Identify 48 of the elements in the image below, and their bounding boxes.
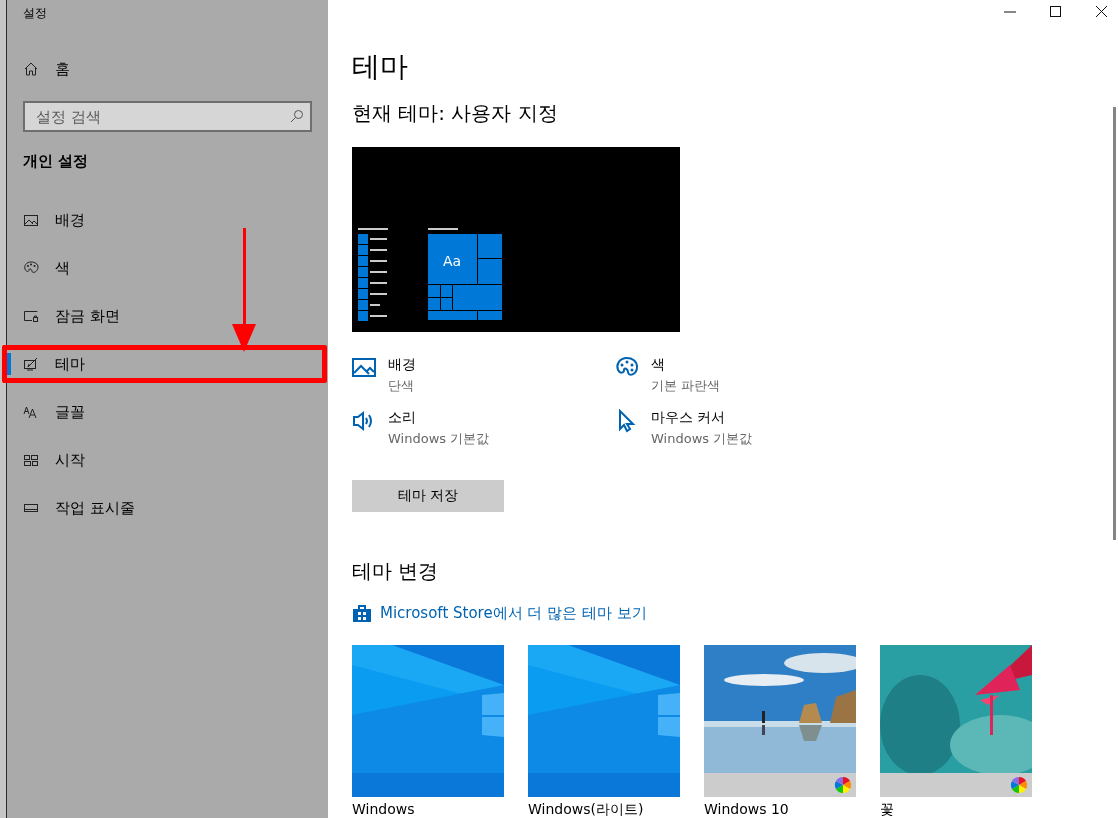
- theme-name: Windows 10: [704, 801, 790, 817]
- sidebar-item[interactable]: 색: [7, 244, 76, 292]
- window-title: 설정: [23, 5, 48, 22]
- picture-icon: [352, 356, 376, 380]
- picture-icon: [23, 212, 39, 228]
- maximize-icon[interactable]: [1048, 4, 1064, 20]
- search-field[interactable]: 설정 검색: [23, 101, 312, 132]
- grid-icon: [23, 452, 39, 468]
- page-title: 테마: [352, 49, 408, 85]
- search-icon: [290, 109, 304, 123]
- home-link[interactable]: 홈: [55, 59, 70, 79]
- sidebar-item[interactable]: 글꼴: [7, 388, 91, 436]
- theme-thumbnail[interactable]: [880, 645, 1032, 797]
- property-value: Windows 기본값: [388, 430, 490, 448]
- theme-name: 꽃: [880, 801, 895, 818]
- property-title[interactable]: 소리: [388, 409, 490, 427]
- property-value: 기본 파란색: [651, 377, 721, 395]
- sidebar-item[interactable]: 작업 표시줄: [7, 484, 141, 532]
- save-theme-button[interactable]: 테마 저장: [352, 480, 504, 512]
- scrollbar[interactable]: [1113, 107, 1116, 540]
- font-icon: [23, 404, 39, 420]
- sidebar-item[interactable]: 시작: [7, 436, 91, 484]
- palette-icon: [23, 260, 39, 276]
- sidebar-item[interactable]: 잠금 화면: [7, 292, 126, 340]
- tile-text: Aa: [442, 253, 462, 269]
- section-heading: 개인 설정: [23, 152, 90, 171]
- property-value: 단색: [388, 377, 415, 395]
- color-wheel-icon: [834, 776, 852, 794]
- property-value: Windows 기본값: [651, 430, 753, 448]
- theme-name: Windows(라이트): [528, 801, 645, 818]
- property-title[interactable]: 배경: [388, 356, 416, 374]
- theme-thumbnail[interactable]: [528, 645, 680, 797]
- home-icon: [23, 61, 39, 77]
- sidebar-item[interactable]: 테마: [7, 350, 91, 378]
- property-title[interactable]: 색: [651, 356, 721, 374]
- theme-thumbnail[interactable]: [704, 645, 856, 797]
- close-icon[interactable]: [1094, 4, 1110, 20]
- theme-thumbnail[interactable]: [352, 645, 504, 797]
- shopping-bag-icon: [352, 603, 372, 623]
- sidebar-item[interactable]: 배경: [7, 196, 91, 244]
- lock-screen-icon: [23, 308, 39, 324]
- theme-name: Windows: [352, 801, 416, 817]
- brush-icon: [23, 356, 39, 372]
- color-wheel-icon: [1010, 776, 1028, 794]
- current-theme-heading: 현재 테마: 사용자 지정: [352, 100, 558, 127]
- section-heading: 테마 변경: [352, 558, 439, 585]
- property-title[interactable]: 마우스 커서: [651, 409, 753, 427]
- store-link[interactable]: Microsoft Store에서 더 많은 테마 보기: [380, 603, 647, 623]
